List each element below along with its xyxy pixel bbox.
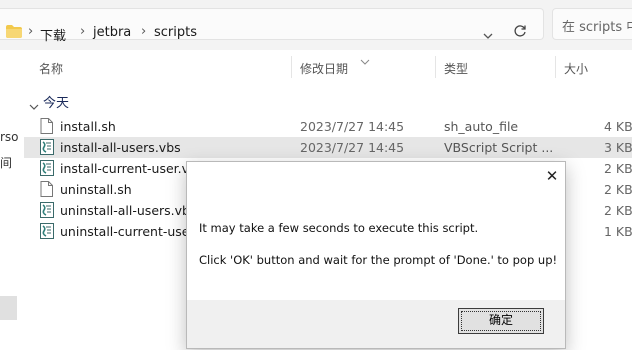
close-icon[interactable]: ✕ — [540, 164, 564, 188]
vbscript-icon — [40, 223, 54, 243]
breadcrumb-item-downloads[interactable]: 下载 — [40, 25, 66, 44]
document-icon — [40, 181, 53, 201]
file-name: uninstall.sh — [60, 182, 132, 197]
folder-icon — [6, 23, 22, 42]
vbscript-icon — [40, 160, 54, 180]
dialog-message-line: Click 'OK' button and wait for the promp… — [199, 253, 558, 267]
file-date-modified: 2023/7/27 14:45 — [300, 140, 405, 155]
sort-caret-icon — [360, 50, 370, 69]
file-name: install-current-user.vbs — [60, 161, 204, 176]
message-dialog: ✕ It may take a few seconds to execute t… — [186, 161, 566, 349]
nav-pane-text-fragment: 间 — [0, 156, 13, 170]
search-input[interactable]: 在 scripts 中搜索 — [552, 8, 632, 40]
file-name: install-all-users.vbs — [60, 140, 181, 155]
breadcrumb-separator: › — [80, 24, 86, 39]
chevron-down-icon[interactable] — [483, 25, 493, 44]
file-name: uninstall-all-users.vbs — [60, 203, 197, 218]
file-size: 4 KB — [604, 119, 632, 134]
breadcrumb-separator: › — [141, 24, 147, 39]
file-name: install.sh — [60, 119, 116, 134]
ok-button[interactable]: 确定 — [458, 308, 544, 334]
dialog-message-line: It may take a few seconds to execute thi… — [199, 221, 479, 235]
file-type: sh_auto_file — [444, 119, 519, 134]
address-bar[interactable]: › 下载 › jetbra › scripts — [0, 8, 544, 44]
column-header-name[interactable]: 名称 — [39, 60, 63, 77]
explorer-toolbar: › 下载 › jetbra › scripts 在 scripts 中搜索 — [0, 0, 632, 50]
file-size: 2 KB — [604, 161, 632, 176]
column-header-date[interactable]: 修改日期 — [300, 60, 348, 77]
file-row[interactable]: install.sh 2023/7/27 14:45 sh_auto_file 4 K… — [24, 116, 632, 137]
file-size: 3 KB — [604, 140, 632, 155]
dialog-titlebar: ✕ — [187, 162, 565, 190]
breadcrumb-item-jetbra[interactable]: jetbra — [93, 25, 131, 40]
column-divider[interactable] — [435, 56, 436, 78]
vbscript-icon — [40, 139, 54, 159]
group-collapse-chevron-icon[interactable] — [29, 96, 39, 115]
breadcrumb-item-scripts[interactable]: scripts — [154, 25, 197, 40]
refresh-icon[interactable] — [513, 24, 527, 41]
nav-pane-text-fragment: rso — [0, 130, 19, 144]
file-size: 2 KB — [604, 203, 632, 218]
column-header-type[interactable]: 类型 — [444, 60, 468, 77]
dialog-body: It may take a few seconds to execute thi… — [187, 190, 565, 300]
breadcrumb-separator: › — [28, 24, 34, 39]
file-row[interactable]: install-all-users.vbs 2023/7/27 14:45 VBSc… — [24, 137, 632, 158]
file-size: 1 KB — [604, 224, 632, 239]
document-icon — [40, 118, 53, 138]
column-header-size[interactable]: 大小 — [564, 60, 588, 77]
column-divider[interactable] — [555, 56, 556, 78]
navigation-pane: rso 间 — [0, 50, 19, 350]
file-size: 2 KB — [604, 182, 632, 197]
file-date-modified: 2023/7/27 14:45 — [300, 119, 405, 134]
column-divider[interactable] — [291, 56, 292, 78]
file-type: VBScript Script ... — [444, 140, 554, 155]
nav-pane-selected-item[interactable] — [0, 296, 17, 320]
vbscript-icon — [40, 202, 54, 222]
group-header-today[interactable]: 今天 — [43, 92, 69, 111]
